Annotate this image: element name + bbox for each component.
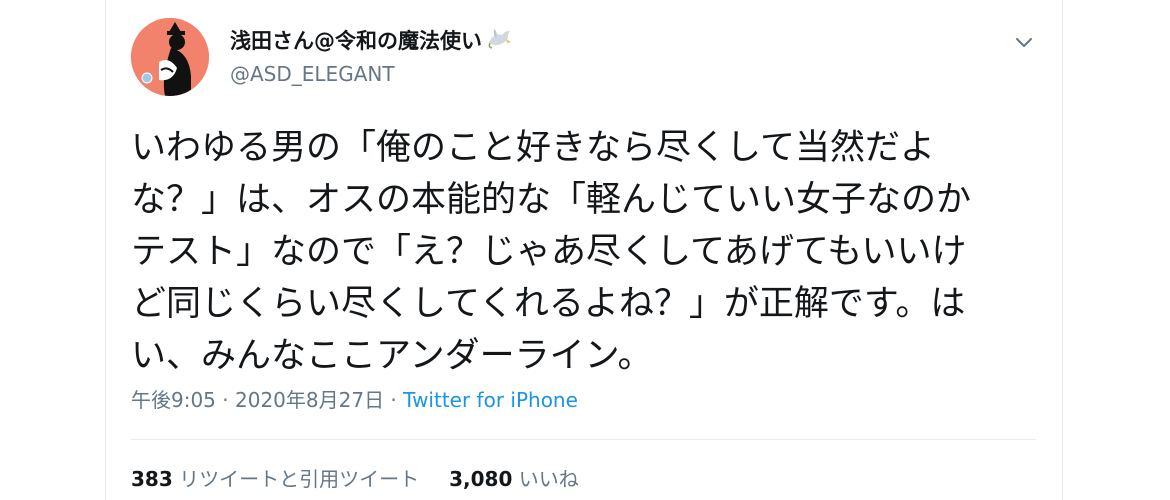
user-handle[interactable]: @ASD_ELEGANT — [230, 61, 395, 87]
likes-stat[interactable]: 3,080 いいね — [449, 464, 579, 494]
likes-count: 3,080 — [449, 467, 513, 491]
likes-label: いいね — [518, 467, 579, 491]
meta-separator: · — [384, 388, 404, 412]
avatar[interactable] — [131, 18, 209, 96]
tweet-text-line: いわゆる男の「俺のこと好きなら尽くして当然だよ — [131, 128, 935, 168]
tweet-text-line: ど同じくらい尽くしてくれるよね？」が正解です。は — [131, 284, 966, 324]
display-name-text: 浅田さん@令和の魔法使い — [230, 29, 482, 53]
retweets-count: 383 — [131, 467, 173, 491]
tweet-text-line: い、みんなここアンダーライン。 — [131, 336, 653, 376]
retweets-label: リツイートと引用ツイート — [179, 467, 420, 491]
tweet-text-line: テスト」なので「え？じゃあ尽くしてあげてもいいけ — [131, 232, 967, 272]
tweet-text-line: な？」は、オスの本能的な「軽んじていい女子なのか — [131, 180, 972, 220]
tweet-source-link[interactable]: Twitter for iPhone — [403, 388, 578, 412]
tweet-stats: 383 リツイートと引用ツイート 3,080 いいね — [131, 464, 579, 494]
retweets-stat[interactable]: 383 リツイートと引用ツイート — [131, 464, 419, 494]
tweet-meta: 午後9:05 · 2020年8月27日 · Twitter for iPhone — [131, 385, 578, 415]
tweet-text: いわゆる男の「俺のこと好きなら尽くして当然だよ な？」は、オスの本能的な「軽んじ… — [131, 122, 1011, 382]
divider — [131, 439, 1036, 440]
dove-icon — [486, 28, 512, 56]
chevron-down-icon[interactable] — [1012, 30, 1036, 54]
tweet-date[interactable]: 2020年8月27日 — [235, 388, 384, 412]
tweet-time[interactable]: 午後9:05 — [131, 388, 216, 412]
avatar-illustration — [131, 18, 209, 96]
display-name[interactable]: 浅田さん@令和の魔法使い — [230, 28, 512, 56]
meta-separator: · — [215, 388, 235, 412]
